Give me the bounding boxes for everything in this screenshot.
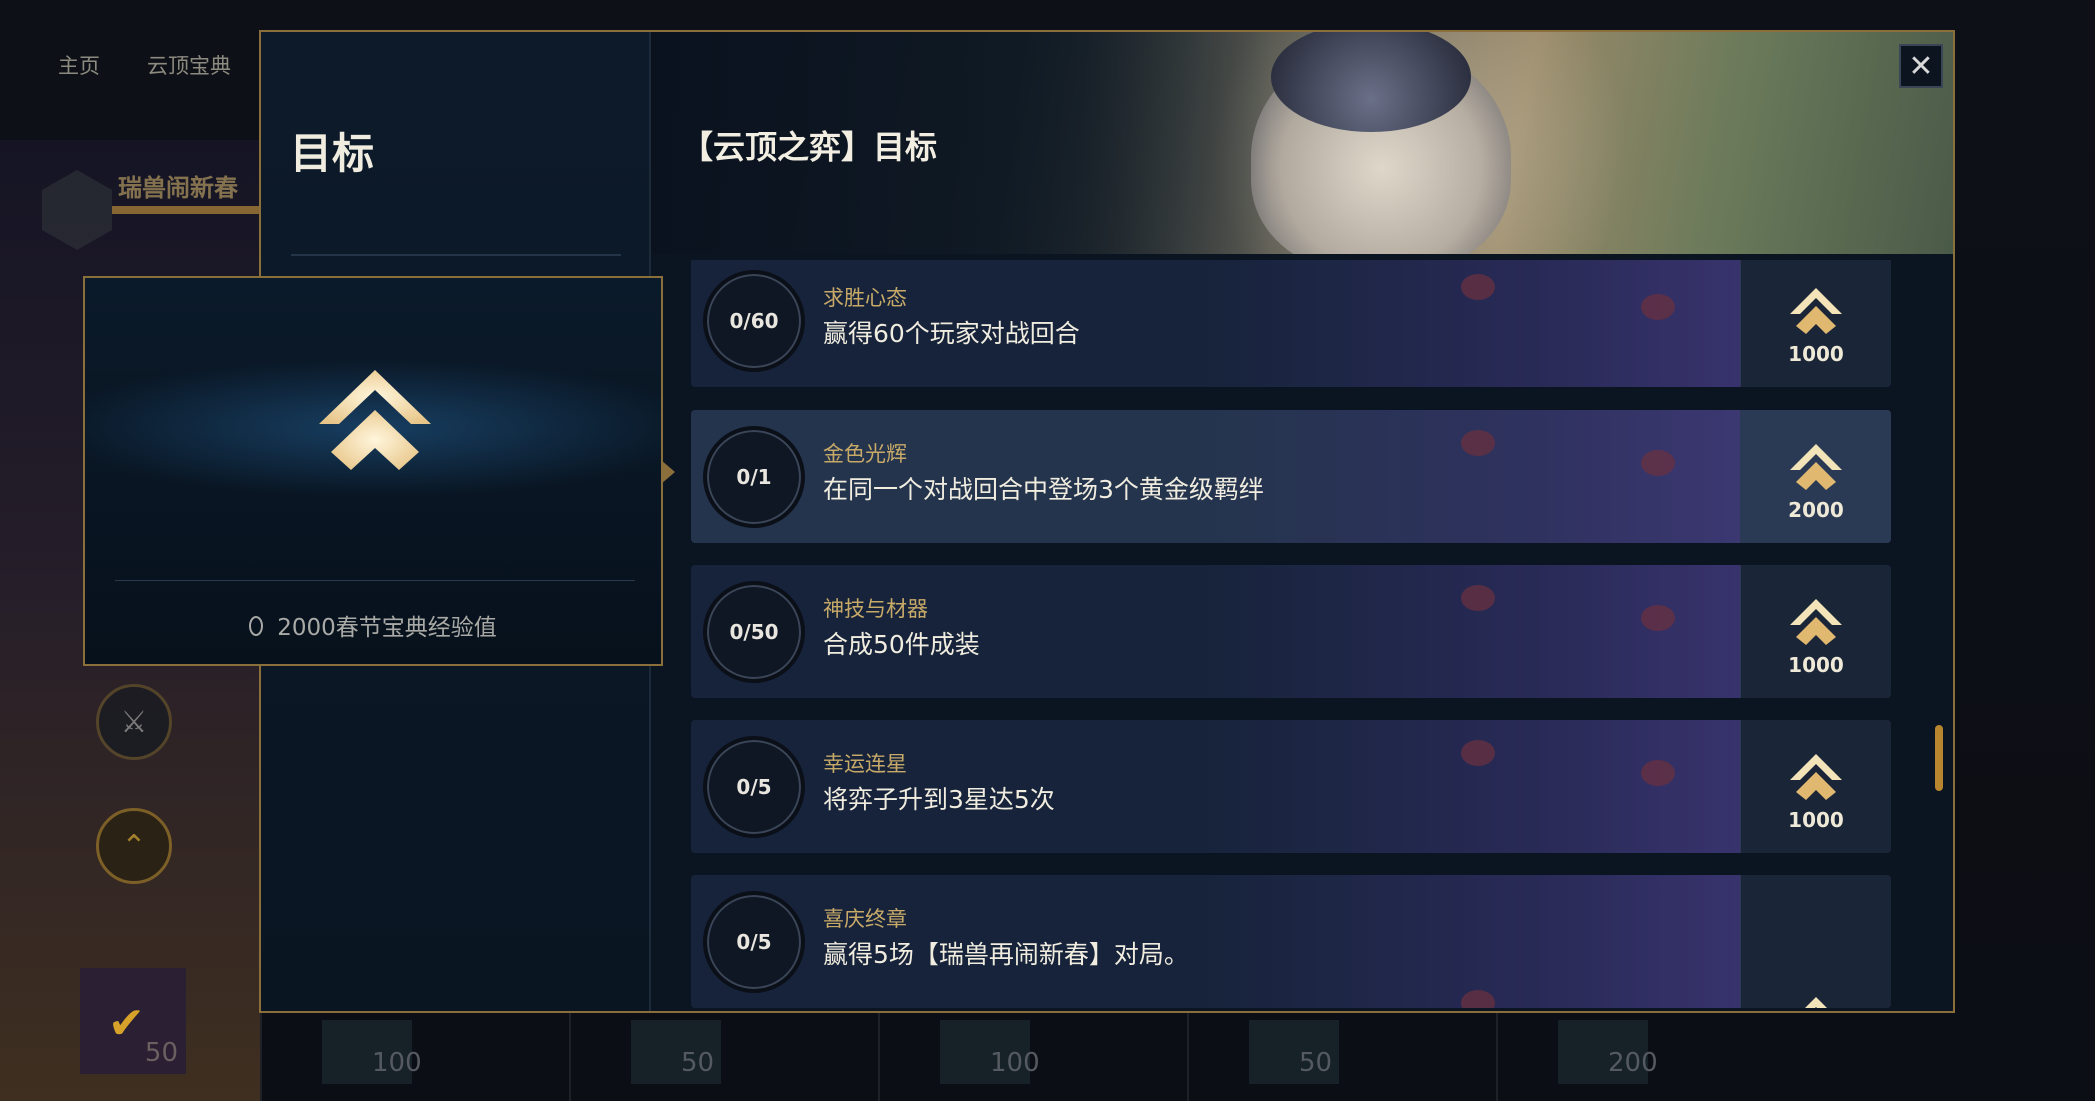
reward-slot[interactable]: 100 — [878, 1010, 1187, 1101]
tooltip-text: 2000春节宝典经验值 — [277, 615, 497, 641]
objective-name: 幸运连星 — [823, 752, 907, 776]
nav-tft-pass[interactable]: 云顶宝典 — [147, 50, 231, 80]
progress-ring: 0/60 — [703, 270, 805, 372]
progress-ring: 0/50 — [703, 581, 805, 683]
progress-ring: 0/1 — [703, 426, 805, 528]
objective-row[interactable]: 0/1 金色光辉 在同一个对战回合中登场3个黄金级羁绊 2000 — [691, 410, 1891, 543]
objective-name: 喜庆终章 — [823, 907, 907, 931]
progress-ring: 0/5 — [703, 736, 805, 838]
tooltip-pointer — [661, 460, 675, 484]
close-icon: ✕ — [1908, 48, 1934, 84]
reward-slot[interactable]: 50 — [1187, 1010, 1496, 1101]
reward-tooltip: 2000春节宝典经验值 — [83, 276, 663, 666]
claimed-reward[interactable]: ✔ 50 — [80, 968, 186, 1074]
chevron-up-icon — [1805, 997, 1827, 1008]
objectives-list[interactable]: 0/60 求胜心态 赢得60个玩家对战回合 1000 0/1 金色光辉 在同一个… — [691, 260, 1891, 1011]
objective-row[interactable]: 0/50 神技与材器 合成50件成装 1000 — [691, 565, 1891, 698]
reward-value: 200 — [1608, 1048, 1658, 1078]
reward-value: 100 — [372, 1048, 422, 1078]
chevron-up-icon — [1790, 288, 1842, 334]
crossed-swords-icon[interactable]: ⚔ — [96, 684, 172, 760]
close-button[interactable]: ✕ — [1899, 44, 1943, 88]
scrollbar-thumb[interactable] — [1935, 725, 1943, 791]
objective-reward: 1000 — [1740, 260, 1891, 387]
objective-reward: 2000 — [1740, 410, 1891, 543]
lantern-icon — [1461, 585, 1495, 611]
objective-description: 在同一个对战回合中登场3个黄金级羁绊 — [823, 475, 1264, 504]
chevron-up-icon — [1790, 444, 1842, 490]
tooltip-label: 2000春节宝典经验值 — [85, 608, 661, 642]
reward-slot[interactable]: 100 — [260, 1010, 569, 1101]
objective-name: 金色光辉 — [823, 442, 907, 466]
objective-description: 合成50件成装 — [823, 630, 980, 659]
reward-track: 100 50 100 50 200 — [260, 1010, 2060, 1101]
row-art — [1191, 875, 1771, 1008]
objective-name: 神技与材器 — [823, 597, 928, 621]
objective-description: 赢得60个玩家对战回合 — [823, 319, 1080, 348]
objective-reward: 1000 — [1740, 565, 1891, 698]
reward-amount: 1000 — [1788, 342, 1844, 366]
reward-amount: 1000 — [1788, 653, 1844, 677]
reward-amount: 2000 — [1788, 498, 1844, 522]
objective-description: 将弈子升到3星达5次 — [823, 785, 1055, 814]
reward-slot[interactable]: 50 — [569, 1010, 878, 1101]
lantern-icon — [1641, 294, 1675, 320]
reward-value: 50 — [1299, 1048, 1333, 1078]
progress-ring: 0/5 — [703, 891, 805, 993]
lantern-icon — [1641, 760, 1675, 786]
objective-row[interactable]: 0/60 求胜心态 赢得60个玩家对战回合 1000 — [691, 260, 1891, 387]
objective-reward: 1000 — [1740, 720, 1891, 853]
reward-value: 50 — [681, 1048, 715, 1078]
lantern-icon — [1461, 274, 1495, 300]
objective-row[interactable]: 0/5 喜庆终章 赢得5场【瑞兽再闹新春】对局。 — [691, 875, 1891, 1008]
modal-title: 目标 — [290, 129, 375, 178]
divider — [291, 254, 621, 256]
lantern-icon — [1461, 740, 1495, 766]
pass-title: 瑞兽闹新春 — [118, 174, 238, 202]
reward-value: 50 — [144, 1038, 178, 1068]
reward-amount: 1000 — [1788, 808, 1844, 832]
nav-home[interactable]: 主页 — [58, 50, 100, 80]
objective-name: 求胜心态 — [823, 286, 907, 310]
objective-description: 赢得5场【瑞兽再闹新春】对局。 — [823, 940, 1189, 969]
chevron-up-icon[interactable]: ⌃ — [96, 808, 172, 884]
divider — [115, 580, 635, 581]
check-icon: ✔ — [108, 998, 145, 1049]
lantern-icon — [1461, 430, 1495, 456]
reward-value: 100 — [990, 1048, 1040, 1078]
chevron-up-icon — [319, 370, 431, 470]
lantern-icon — [1641, 605, 1675, 631]
banner: 【云顶之弈】目标 ✕ — [651, 32, 1953, 254]
objective-row[interactable]: 0/5 幸运连星 将弈子升到3星达5次 1000 — [691, 720, 1891, 853]
lantern-icon — [1641, 450, 1675, 476]
pass-progress-bar — [112, 206, 262, 214]
reward-slot[interactable]: 200 — [1496, 1010, 1805, 1101]
drop-icon — [249, 616, 264, 636]
banner-title: 【云顶之弈】目标 — [681, 128, 938, 166]
chevron-up-icon — [1790, 599, 1842, 645]
objective-reward — [1740, 875, 1891, 1008]
chevron-up-icon — [1790, 754, 1842, 800]
